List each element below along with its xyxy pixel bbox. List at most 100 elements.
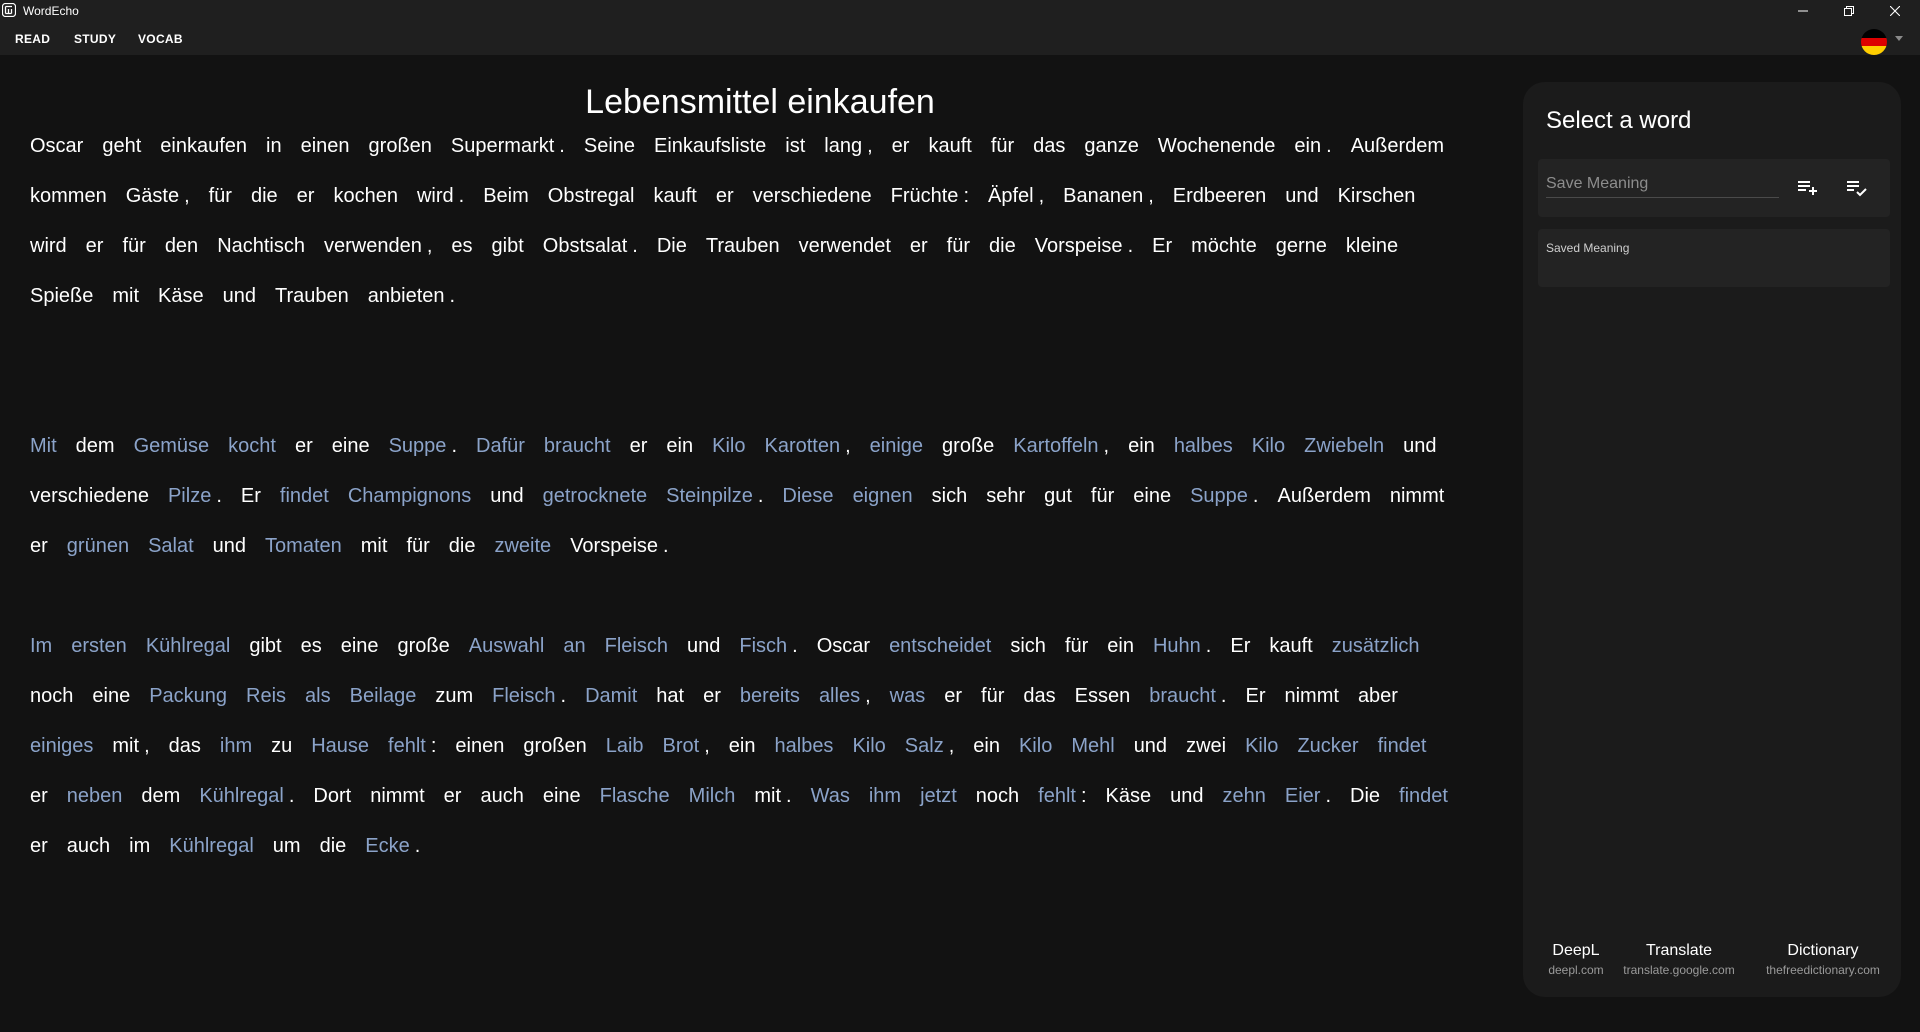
word-known[interactable]: auch — [480, 785, 523, 807]
word-known[interactable]: Vorspeise — [570, 535, 658, 557]
word-known[interactable]: Er — [1152, 235, 1172, 257]
word-new[interactable]: Kilo — [852, 735, 885, 757]
word-known[interactable]: mit — [112, 285, 139, 307]
word-known[interactable]: für — [209, 185, 232, 207]
word-known[interactable]: noch — [976, 785, 1019, 807]
word-known[interactable]: nimmt — [370, 785, 424, 807]
word-known[interactable]: noch — [30, 685, 73, 707]
word-known[interactable]: er — [703, 685, 721, 707]
word-new[interactable]: als — [305, 685, 331, 707]
word-new[interactable]: ihm — [220, 735, 252, 757]
word-new[interactable]: Hause — [311, 735, 369, 757]
word-known[interactable]: Käse — [158, 285, 204, 307]
word-known[interactable]: und — [687, 635, 720, 657]
word-new[interactable]: Packung — [149, 685, 227, 707]
word-known[interactable]: dem — [141, 785, 180, 807]
word-known[interactable]: er — [892, 135, 910, 157]
menu-vocab[interactable]: VOCAB — [138, 32, 183, 46]
word-known[interactable]: Nachtisch — [217, 235, 305, 257]
word-known[interactable]: großen — [369, 135, 432, 157]
word-known[interactable]: Vorspeise — [1035, 235, 1123, 257]
word-known[interactable]: sehr — [986, 485, 1025, 507]
word-new[interactable]: Zucker — [1297, 735, 1358, 757]
word-new[interactable]: Brot — [663, 735, 700, 757]
word-new[interactable]: braucht — [544, 435, 611, 457]
word-new[interactable]: Ecke — [365, 835, 409, 857]
word-known[interactable]: und — [490, 485, 523, 507]
word-new[interactable]: einiges — [30, 735, 93, 757]
word-known[interactable]: zum — [435, 685, 473, 707]
word-known[interactable]: für — [947, 235, 970, 257]
word-known[interactable]: für — [1065, 635, 1088, 657]
word-new[interactable]: bereits — [740, 685, 800, 707]
word-known[interactable]: er — [716, 185, 734, 207]
word-known[interactable]: Wochenende — [1158, 135, 1276, 157]
word-known[interactable]: für — [991, 135, 1014, 157]
word-known[interactable]: kauft — [928, 135, 971, 157]
word-known[interactable]: möchte — [1191, 235, 1257, 257]
word-known[interactable]: für — [122, 235, 145, 257]
word-new[interactable]: Fleisch — [605, 635, 668, 657]
word-known[interactable]: sich — [1010, 635, 1046, 657]
word-new[interactable]: Kartoffeln — [1013, 435, 1098, 457]
menu-read[interactable]: READ — [15, 32, 50, 46]
word-known[interactable]: und — [213, 535, 246, 557]
word-known[interactable]: kleine — [1346, 235, 1398, 257]
word-known[interactable]: anbieten — [368, 285, 445, 307]
word-known[interactable]: Bananen — [1063, 185, 1143, 207]
word-known[interactable]: Trauben — [275, 285, 349, 307]
word-known[interactable]: ganze — [1084, 135, 1139, 157]
word-new[interactable]: was — [890, 685, 926, 707]
word-new[interactable]: ersten — [71, 635, 127, 657]
word-known[interactable]: Die — [1350, 785, 1380, 807]
word-new[interactable]: Im — [30, 635, 52, 657]
word-known[interactable]: aber — [1358, 685, 1398, 707]
word-known[interactable]: nimmt — [1284, 685, 1338, 707]
word-known[interactable]: eine — [341, 635, 379, 657]
language-flag-icon[interactable] — [1861, 29, 1887, 55]
word-known[interactable]: kochen — [333, 185, 398, 207]
word-new[interactable]: Reis — [246, 685, 286, 707]
dictionary-link[interactable]: Dictionary thefreedictionary.com — [1753, 942, 1893, 977]
word-known[interactable]: und — [1403, 435, 1436, 457]
word-known[interactable]: das — [169, 735, 201, 757]
word-new[interactable]: eignen — [853, 485, 913, 507]
word-known[interactable]: Außerdem — [1351, 135, 1444, 157]
word-known[interactable]: zu — [271, 735, 292, 757]
translate-link[interactable]: Translate translate.google.com — [1619, 942, 1739, 977]
word-known[interactable]: lang — [824, 135, 862, 157]
word-known[interactable]: ein — [973, 735, 1000, 757]
save-meaning-input[interactable] — [1546, 171, 1779, 198]
word-known[interactable]: auch — [67, 835, 110, 857]
word-new[interactable]: Milch — [689, 785, 736, 807]
word-known[interactable]: Er — [1245, 685, 1265, 707]
word-new[interactable]: Suppe — [1190, 485, 1248, 507]
word-new[interactable]: zusätzlich — [1332, 635, 1420, 657]
playlist-add-icon[interactable] — [1795, 175, 1819, 199]
word-known[interactable]: Supermarkt — [451, 135, 554, 157]
word-new[interactable]: fehlt — [1038, 785, 1076, 807]
word-new[interactable]: Auswahl — [469, 635, 545, 657]
word-known[interactable]: einkaufen — [160, 135, 247, 157]
word-known[interactable]: er — [444, 785, 462, 807]
word-new[interactable]: zehn — [1222, 785, 1265, 807]
word-known[interactable]: er — [297, 185, 315, 207]
minimize-button[interactable] — [1780, 0, 1826, 21]
word-known[interactable]: Außerdem — [1277, 485, 1370, 507]
word-new[interactable]: Diese — [782, 485, 833, 507]
word-known[interactable]: er — [86, 235, 104, 257]
word-known[interactable]: Dort — [313, 785, 351, 807]
word-known[interactable]: einen — [301, 135, 350, 157]
word-new[interactable]: Karotten — [764, 435, 840, 457]
word-new[interactable]: Tomaten — [265, 535, 342, 557]
word-known[interactable]: er — [30, 535, 48, 557]
word-known[interactable]: es — [301, 635, 322, 657]
word-known[interactable]: für — [1091, 485, 1114, 507]
word-known[interactable]: Essen — [1075, 685, 1131, 707]
word-known[interactable]: das — [1033, 135, 1065, 157]
word-known[interactable]: er — [630, 435, 648, 457]
word-known[interactable]: für — [406, 535, 429, 557]
word-known[interactable]: wird — [417, 185, 454, 207]
word-known[interactable]: Obstregal — [548, 185, 635, 207]
word-known[interactable]: die — [251, 185, 278, 207]
